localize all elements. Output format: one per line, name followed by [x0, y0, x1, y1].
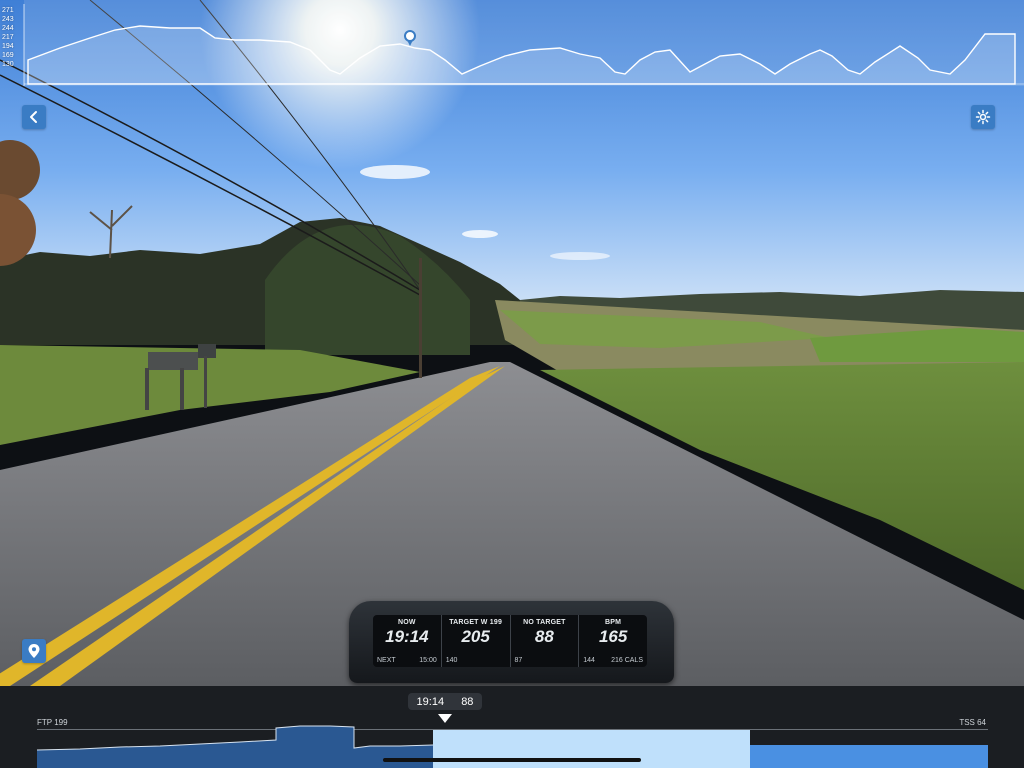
- road-scene-illustration: [0, 0, 1024, 686]
- next-time: 15:00: [419, 657, 437, 664]
- chevron-left-icon: [30, 111, 37, 123]
- elevation-axis-label: 194: [2, 43, 14, 50]
- map-button[interactable]: [22, 639, 46, 663]
- elevation-axis-label: 130: [2, 61, 14, 68]
- workout-profile: [36, 725, 988, 768]
- cadence-value: 88: [534, 627, 554, 646]
- settings-button[interactable]: [971, 105, 995, 129]
- power-metric: TARGET W 199 205 140: [442, 615, 511, 667]
- video-scene: [0, 0, 1024, 686]
- elevation-axis-label: 244: [2, 25, 14, 32]
- cadence-label: NO TARGET: [523, 619, 566, 626]
- heart-rate-metric: BPM 165 144 216 CALS: [579, 615, 647, 667]
- upcoming-segment[interactable]: [750, 745, 988, 768]
- gear-icon: [975, 109, 991, 125]
- time-label: NOW: [398, 619, 416, 626]
- cadence-sub-value: 87: [514, 657, 523, 664]
- elevation-profile: 271 243 244 217 194 169 130: [0, 0, 1024, 90]
- time-metric: NOW 19:14 NEXT 15:00: [373, 615, 442, 667]
- heart-rate-label: BPM: [605, 619, 622, 626]
- heart-rate-value: 165: [598, 627, 628, 646]
- heart-rate-sub-value: 144: [583, 657, 595, 664]
- metrics-panel: NOW 19:14 NEXT 15:00 TARGET W 199 205 14…: [373, 615, 647, 667]
- elevation-axis-labels: 271 243 244 217 194 169 130: [2, 6, 24, 88]
- cadence-metric: NO TARGET 88 87: [511, 615, 580, 667]
- elevation-axis-label: 271: [2, 7, 14, 14]
- elevation-axis-label: 169: [2, 52, 14, 59]
- workout-timeline[interactable]: 19:14 88 FTP 199 TSS 64: [0, 686, 1024, 768]
- elapsed-time: 19:14: [385, 627, 429, 646]
- power-value: 205: [461, 627, 490, 646]
- elevation-chart: [23, 0, 1024, 86]
- calories-value: 216 CALS: [611, 657, 643, 664]
- completed-segment: [37, 726, 433, 768]
- next-label: NEXT: [377, 657, 396, 664]
- power-sub-value: 140: [445, 657, 458, 664]
- power-label: TARGET W 199: [449, 619, 503, 626]
- elevation-axis-label: 243: [2, 16, 14, 23]
- current-segment[interactable]: [433, 730, 750, 768]
- elevation-axis-label: 217: [2, 34, 14, 41]
- home-indicator: [383, 758, 641, 762]
- metrics-hud: NOW 19:14 NEXT 15:00 TARGET W 199 205 14…: [349, 601, 674, 683]
- back-button[interactable]: [22, 105, 46, 129]
- map-pin-icon: [28, 644, 40, 658]
